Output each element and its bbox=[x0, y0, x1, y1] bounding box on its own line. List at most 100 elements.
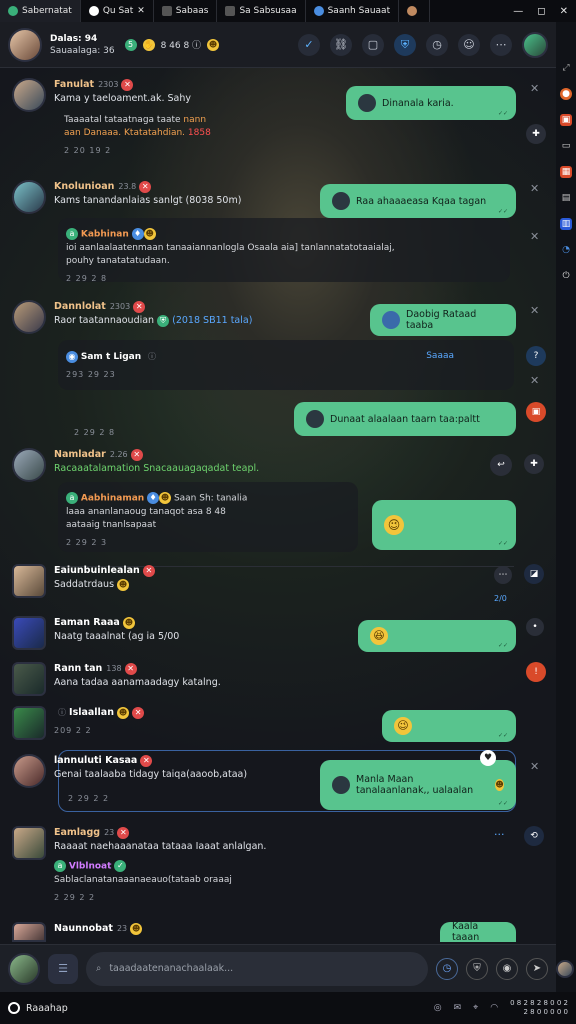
close-tab-icon[interactable]: ✕ bbox=[137, 6, 145, 16]
heart-icon[interactable]: ♥ bbox=[480, 750, 496, 766]
expand-icon[interactable]: ⤢ bbox=[560, 62, 572, 74]
outgoing-bubble[interactable]: Dunaat alaalaan taarn taa:paltt bbox=[294, 402, 516, 436]
avatar[interactable] bbox=[12, 448, 46, 482]
share-icon[interactable]: ⟲ bbox=[524, 826, 544, 846]
message-item[interactable]: Namladar 2.26 ✕ Racaaatalamation Snacaaua… bbox=[12, 448, 259, 482]
close-icon[interactable]: ✕ bbox=[530, 82, 539, 95]
check-icon[interactable]: ✓ bbox=[298, 33, 320, 56]
sender-name[interactable]: Eamlagg bbox=[54, 827, 100, 838]
menu-icon[interactable]: ⋯ bbox=[494, 566, 512, 584]
file-icon[interactable]: ▭ bbox=[560, 140, 572, 152]
avatar[interactable] bbox=[12, 300, 46, 334]
shield-icon[interactable]: ⛨ bbox=[466, 957, 488, 980]
outgoing-bubble[interactable]: 😉 ✓✓ bbox=[382, 710, 516, 742]
message-input[interactable]: ⌕ taaadaatenanachaalaak... bbox=[86, 951, 428, 986]
minimize-icon[interactable]: — bbox=[513, 6, 523, 17]
quoted-message[interactable]: a Vlblnoat ✓ Sablaclanatanaaanaeauo(tata… bbox=[54, 860, 266, 904]
message-item[interactable]: Knolunioan 23.8 ✕ Kams tanandanlaias sanl… bbox=[12, 180, 241, 214]
outgoing-bubble[interactable]: Raa ahaaaeasa Kqaa tagan ✓✓ bbox=[320, 184, 516, 218]
message-body-link[interactable]: (2018 SB11 tala) bbox=[172, 315, 252, 326]
sender-name[interactable]: Eaiunbuinlealan bbox=[54, 565, 140, 576]
avatar[interactable] bbox=[12, 662, 46, 696]
message-item[interactable]: Eaman Raaa ☻ Naatg taaalnat (ag ia 5/00 bbox=[12, 616, 179, 650]
bookmark-icon[interactable]: ◪ bbox=[524, 564, 544, 584]
sender-name[interactable]: Naunnobat bbox=[54, 923, 113, 934]
message-item[interactable]: lannuluti Kasaa ✕ Genai taalaaba tidagy … bbox=[12, 754, 247, 806]
outgoing-bubble[interactable]: Dinanala karia. ✓✓ bbox=[346, 86, 516, 120]
avatar[interactable] bbox=[12, 616, 46, 650]
outgoing-bubble[interactable]: Daobig Rataad taaba bbox=[370, 304, 516, 336]
sender-name[interactable]: Rann tan bbox=[54, 663, 102, 674]
dot-icon[interactable]: • bbox=[526, 618, 544, 636]
shield-icon[interactable]: ⛨ bbox=[394, 33, 416, 56]
close-icon[interactable]: ✕ bbox=[560, 6, 568, 17]
close-icon[interactable]: ✕ bbox=[530, 304, 539, 317]
quote-panel[interactable]: a Kabhinan ♦ ☻ ioi aanlaalaatenmaan tanaa… bbox=[58, 218, 510, 283]
outgoing-bubble[interactable]: Manla Maan tanalaanlanak,, ualaalan ☻ ✓✓ bbox=[320, 760, 516, 810]
avatar[interactable] bbox=[12, 826, 46, 860]
clock-icon[interactable]: ◷ bbox=[436, 957, 458, 980]
pie-icon[interactable]: ◔ bbox=[560, 244, 572, 256]
quote-panel[interactable]: ◉ Sam t Ligan ⓘ Saaaa 293 29 23 bbox=[58, 340, 514, 390]
send-icon[interactable]: ➤ bbox=[526, 957, 548, 980]
group-avatar[interactable] bbox=[8, 27, 42, 62]
tab-5[interactable] bbox=[399, 0, 431, 22]
mention-icon[interactable]: ? bbox=[526, 346, 546, 366]
record-icon[interactable]: ◉ bbox=[496, 957, 518, 980]
calendar-icon[interactable]: ▥ bbox=[560, 218, 572, 230]
outgoing-bubble[interactable]: 😉 ✓✓ bbox=[372, 500, 516, 550]
status-app-label[interactable]: Raaahap bbox=[26, 1003, 68, 1014]
message-item[interactable]: Naunnobat 23 ☻ bbox=[12, 922, 143, 942]
avatar[interactable] bbox=[12, 706, 46, 740]
power-icon[interactable]: ⏻ bbox=[560, 270, 572, 282]
avatar[interactable] bbox=[12, 78, 46, 112]
tab-0[interactable]: Sabernatat bbox=[0, 0, 81, 22]
sender-name[interactable]: Knolunioan bbox=[54, 181, 114, 192]
message-item[interactable]: Fanulat 2303 ✕ Kama y taeloament.ak. Sahy… bbox=[12, 78, 211, 157]
sender-name[interactable]: Eaman Raaa bbox=[54, 617, 120, 628]
sender-name[interactable]: Islaallan bbox=[69, 707, 114, 718]
mail-icon[interactable]: ✉ bbox=[454, 1003, 462, 1013]
tab-1[interactable]: Qu Sat ✕ bbox=[81, 0, 154, 22]
message-item[interactable]: Eamlagg 23 ✕ Raaaat naehaaanataa tataaa I… bbox=[12, 826, 266, 904]
react-icon[interactable]: ✚ bbox=[526, 124, 546, 144]
message-feed[interactable]: Fanulat 2303 ✕ Kama y taeloament.ak. Sahy… bbox=[0, 70, 556, 943]
tab-2[interactable]: Sabaas bbox=[154, 0, 218, 22]
tab-3[interactable]: Sa Sabsusaa bbox=[217, 0, 306, 22]
own-avatar[interactable] bbox=[522, 31, 548, 58]
avatar[interactable] bbox=[12, 754, 46, 788]
avatar[interactable] bbox=[12, 922, 46, 942]
clock[interactable]: 0 8 2 8 2 8 0 0 2 2 8 0 0 0 0 0 bbox=[510, 999, 568, 1017]
maximize-icon[interactable]: ◻ bbox=[537, 6, 545, 17]
quote-panel[interactable]: a Aabhinaman ♦ ☻ Saan Sh: tanalia laaa an… bbox=[58, 482, 358, 552]
reply-icon[interactable]: ↩ bbox=[490, 454, 512, 476]
clock-icon[interactable]: ◷ bbox=[426, 33, 448, 56]
outgoing-bubble[interactable]: 😆 ✓✓ bbox=[358, 620, 516, 652]
own-avatar[interactable] bbox=[8, 952, 40, 985]
chat-title-block[interactable]: Dalas: 94 Sauaalaga: 36 bbox=[50, 33, 115, 57]
more-icon[interactable]: ⋯ bbox=[490, 33, 512, 56]
close-icon[interactable]: ✕ bbox=[530, 182, 539, 195]
react-icon[interactable]: ✚ bbox=[524, 454, 544, 474]
sender-name[interactable]: Namladar bbox=[54, 449, 106, 460]
message-item[interactable]: Eaiunbuinlealan ✕ Saddatrdaus ☻ bbox=[12, 564, 155, 598]
message-item[interactable]: ⓘ Islaallan ☻ ✕ 209 2 2 bbox=[12, 706, 145, 740]
gift-icon[interactable]: ▣ bbox=[526, 402, 546, 422]
sender-name[interactable]: Dannlolat bbox=[54, 301, 106, 312]
alert-icon[interactable]: ! bbox=[526, 662, 546, 682]
sender-name[interactable]: Fanulat bbox=[54, 79, 94, 90]
attach-icon[interactable]: ☰ bbox=[48, 953, 78, 984]
message-item[interactable]: Rann tan 138 ✕ Aana tadaa aanamaadagy kat… bbox=[12, 662, 221, 696]
outgoing-bubble[interactable]: Kaala taaan bbox=[440, 921, 516, 943]
close-icon[interactable]: ✕ bbox=[530, 760, 539, 773]
avatar[interactable] bbox=[12, 564, 46, 598]
grid-icon[interactable]: ▤ bbox=[560, 192, 572, 204]
orange-app-icon[interactable]: ● bbox=[560, 88, 572, 100]
close-icon[interactable]: ✕ bbox=[530, 230, 539, 243]
window-icon[interactable]: ▢ bbox=[362, 33, 384, 56]
rail-avatar[interactable] bbox=[556, 960, 574, 978]
close-icon[interactable]: ✕ bbox=[530, 374, 539, 387]
red-app-icon[interactable]: ▣ bbox=[560, 114, 572, 126]
wifi-icon[interactable]: ◠ bbox=[490, 1003, 498, 1013]
quoted-message[interactable]: Taaaatal tataatnaga taate nann aan Danaa… bbox=[64, 114, 211, 157]
